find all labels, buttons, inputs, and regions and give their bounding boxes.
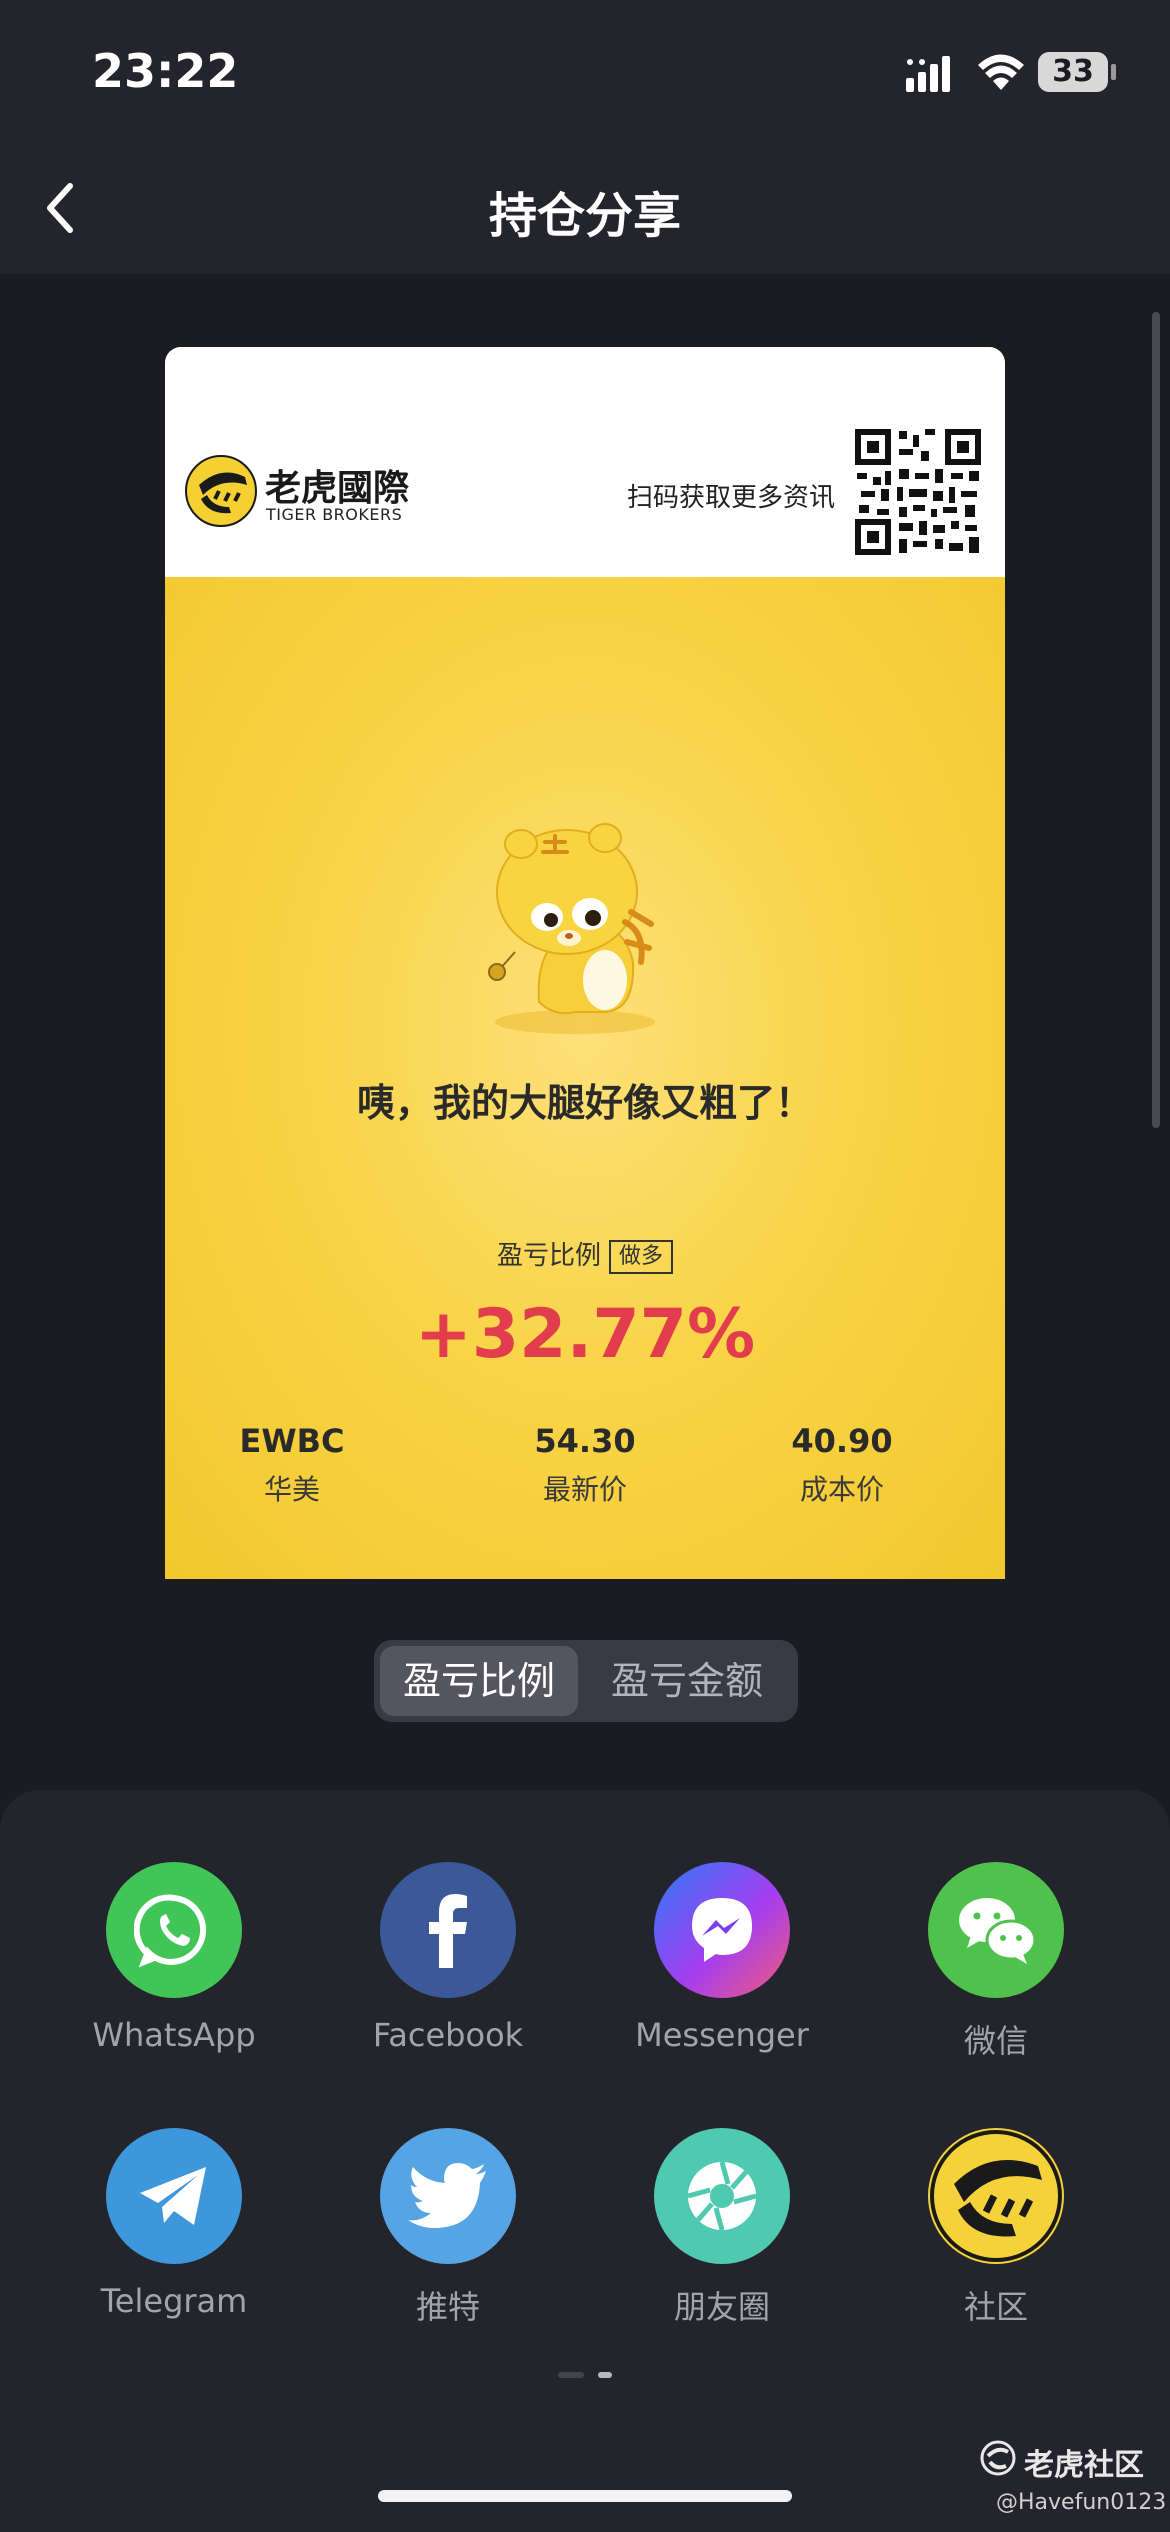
page-dot-2 <box>598 2372 612 2378</box>
moments-icon <box>654 2128 790 2264</box>
share-label: 微信 <box>963 2022 1028 2060</box>
share-label: Telegram <box>100 2282 248 2320</box>
share-wechat[interactable]: 微信 <box>876 1862 1116 2062</box>
brand-name-en: TIGER BROKERS <box>266 505 403 524</box>
telegram-icon <box>106 2128 242 2264</box>
ratio-row: 盈亏比例 做多 <box>165 1235 1005 1274</box>
page-dot-1 <box>558 2372 584 2378</box>
battery-indicator: 33 <box>1038 52 1108 92</box>
stat-symbol: EWBC 华美 <box>192 1422 392 1508</box>
stat-value: EWBC <box>239 1422 345 1460</box>
battery-tip <box>1111 64 1116 80</box>
share-moments[interactable]: 朋友圈 <box>602 2128 842 2328</box>
qr-code-icon <box>855 429 981 555</box>
status-time: 23:22 <box>92 44 239 98</box>
share-label: Messenger <box>635 2016 809 2054</box>
stat-latest-price: 54.30 最新价 <box>485 1422 685 1508</box>
toggle-pnl-ratio[interactable]: 盈亏比例 <box>380 1646 578 1716</box>
share-label: 朋友圈 <box>673 2288 770 2326</box>
tiger-brokers-logo <box>185 455 257 527</box>
facebook-icon <box>380 1862 516 1998</box>
stat-value: 40.90 <box>791 1422 893 1460</box>
share-facebook[interactable]: Facebook <box>328 1862 568 2054</box>
watermark-brand: 老虎社区 <box>1024 2448 1144 2483</box>
tiger-community-icon <box>928 2128 1064 2264</box>
home-indicator[interactable] <box>378 2490 792 2502</box>
stat-label: 成本价 <box>799 1473 884 1506</box>
share-community[interactable]: 社区 <box>876 2128 1116 2328</box>
toggle-pnl-amount[interactable]: 盈亏金额 <box>588 1646 786 1716</box>
share-label: 社区 <box>963 2288 1028 2326</box>
brand-name-cn: 老虎國際 <box>265 468 410 509</box>
pnl-percent: +32.77% <box>414 1295 756 1374</box>
card-header: 老虎國際 TIGER BROKERS 扫码获取更多资讯 <box>165 347 1005 577</box>
cellular-signal-icon <box>906 56 950 92</box>
position-tag: 做多 <box>609 1239 674 1274</box>
wechat-icon <box>928 1862 1064 1998</box>
stat-label: 最新价 <box>542 1473 627 1506</box>
share-whatsapp[interactable]: WhatsApp <box>54 1862 294 2054</box>
share-label: 推特 <box>415 2288 480 2326</box>
messenger-icon <box>654 1862 790 1998</box>
card-body: 咦，我的大腿好像又粗了！ 盈亏比例 做多 +32.77% EWBC 华美 54.3… <box>165 577 1005 1579</box>
stat-value: 54.30 <box>534 1422 636 1460</box>
ratio-label: 盈亏比例 <box>496 1241 601 1271</box>
scrollbar[interactable] <box>1152 312 1160 1128</box>
share-sheet: WhatsApp Facebook Messenger 微信 Telegram … <box>0 1790 1170 2532</box>
share-label: Facebook <box>372 2016 524 2054</box>
share-slogan: 咦，我的大腿好像又粗了！ <box>356 1081 813 1125</box>
page-title: 持仓分享 <box>488 188 681 244</box>
tiger-mascot-illustration <box>488 823 655 1034</box>
whatsapp-icon <box>106 1862 242 1998</box>
share-label: WhatsApp <box>92 2016 256 2054</box>
watermark-user: @Havefun0123 <box>996 2490 1167 2515</box>
community-watermark-icon <box>980 2440 1016 2476</box>
wifi-icon <box>978 54 1024 90</box>
stat-cost-price: 40.90 成本价 <box>742 1422 942 1508</box>
share-card: 老虎國際 TIGER BROKERS 扫码获取更多资讯 咦，我的大腿好像又粗了！… <box>165 347 1005 1579</box>
twitter-icon <box>380 2128 516 2264</box>
stat-label: 华美 <box>263 1473 320 1506</box>
share-telegram[interactable]: Telegram <box>54 2128 294 2320</box>
display-mode-toggle: 盈亏比例 盈亏金额 <box>374 1640 798 1722</box>
share-messenger[interactable]: Messenger <box>602 1862 842 2054</box>
share-twitter[interactable]: 推特 <box>328 2128 568 2328</box>
scan-hint: 扫码获取更多资讯 <box>627 483 836 513</box>
